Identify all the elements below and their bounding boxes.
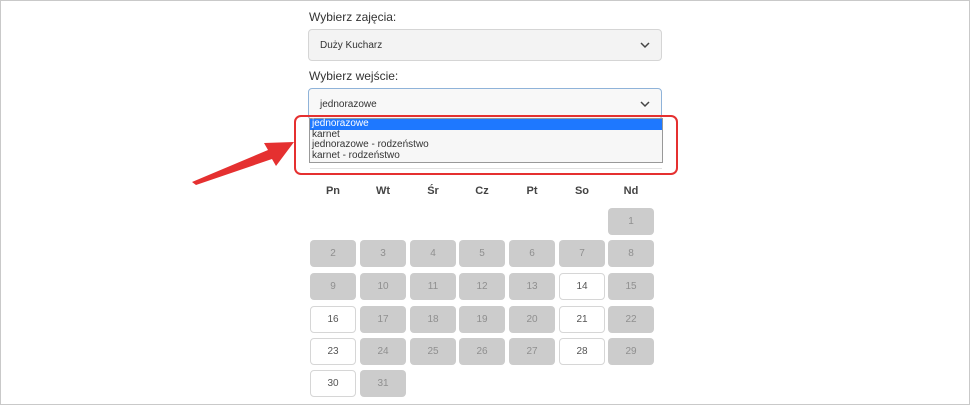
calendar-day-disabled: 17 — [360, 306, 406, 333]
calendar-day-available[interactable]: 28 — [559, 338, 605, 365]
calendar-day-disabled: 1 — [608, 208, 654, 235]
calendar-day-disabled: 2 — [310, 240, 356, 267]
weekday-header: Śr — [427, 185, 439, 197]
calendar-day-available[interactable]: 30 — [310, 370, 356, 397]
calendar-day-disabled: 27 — [509, 338, 555, 365]
calendar-day-disabled: 12 — [459, 273, 505, 300]
calendar-day-disabled: 9 — [310, 273, 356, 300]
annotation-arrow-icon — [192, 142, 294, 185]
calendar-day-disabled: 10 — [360, 273, 406, 300]
calendar-day-disabled: 24 — [360, 338, 406, 365]
weekday-header: Nd — [623, 185, 639, 197]
class-select-value: Duży Kucharz — [320, 40, 383, 51]
calendar-day-available[interactable]: 21 — [559, 306, 605, 333]
entry-select-value: jednorazowe — [320, 99, 377, 110]
calendar-day-disabled: 13 — [509, 273, 555, 300]
class-select[interactable]: Duży Kucharz — [308, 29, 662, 61]
class-select-label: Wybierz zajęcia: — [309, 10, 397, 24]
weekday-header: Cz — [475, 185, 489, 197]
calendar-day-disabled: 19 — [459, 306, 505, 333]
calendar-day-disabled: 6 — [509, 240, 555, 267]
calendar-day-disabled: 29 — [608, 338, 654, 365]
calendar-day-disabled: 7 — [559, 240, 605, 267]
weekday-header: Pt — [526, 185, 538, 197]
calendar-day-available[interactable]: 14 — [559, 273, 605, 300]
calendar-day-disabled: 15 — [608, 273, 654, 300]
calendar-day-disabled: 20 — [509, 306, 555, 333]
calendar-day-disabled: 31 — [360, 370, 406, 397]
chevron-down-icon — [640, 42, 650, 49]
calendar-day-disabled: 11 — [410, 273, 456, 300]
calendar-day-disabled: 26 — [459, 338, 505, 365]
calendar-day-available[interactable]: 23 — [310, 338, 356, 365]
calendar-day-disabled: 3 — [360, 240, 406, 267]
weekday-header: Pn — [325, 185, 341, 197]
weekday-header: Wt — [375, 185, 391, 197]
annotation-highlight-box — [294, 115, 678, 175]
entry-select-label: Wybierz wejście: — [309, 69, 399, 83]
calendar-day-disabled: 8 — [608, 240, 654, 267]
chevron-down-icon — [640, 101, 650, 108]
calendar-day-disabled: 22 — [608, 306, 654, 333]
calendar-day-disabled: 5 — [459, 240, 505, 267]
calendar-day-disabled: 25 — [410, 338, 456, 365]
calendar-day-disabled: 18 — [410, 306, 456, 333]
weekday-header: So — [574, 185, 590, 197]
calendar-day-disabled: 4 — [410, 240, 456, 267]
calendar-day-available[interactable]: 16 — [310, 306, 356, 333]
